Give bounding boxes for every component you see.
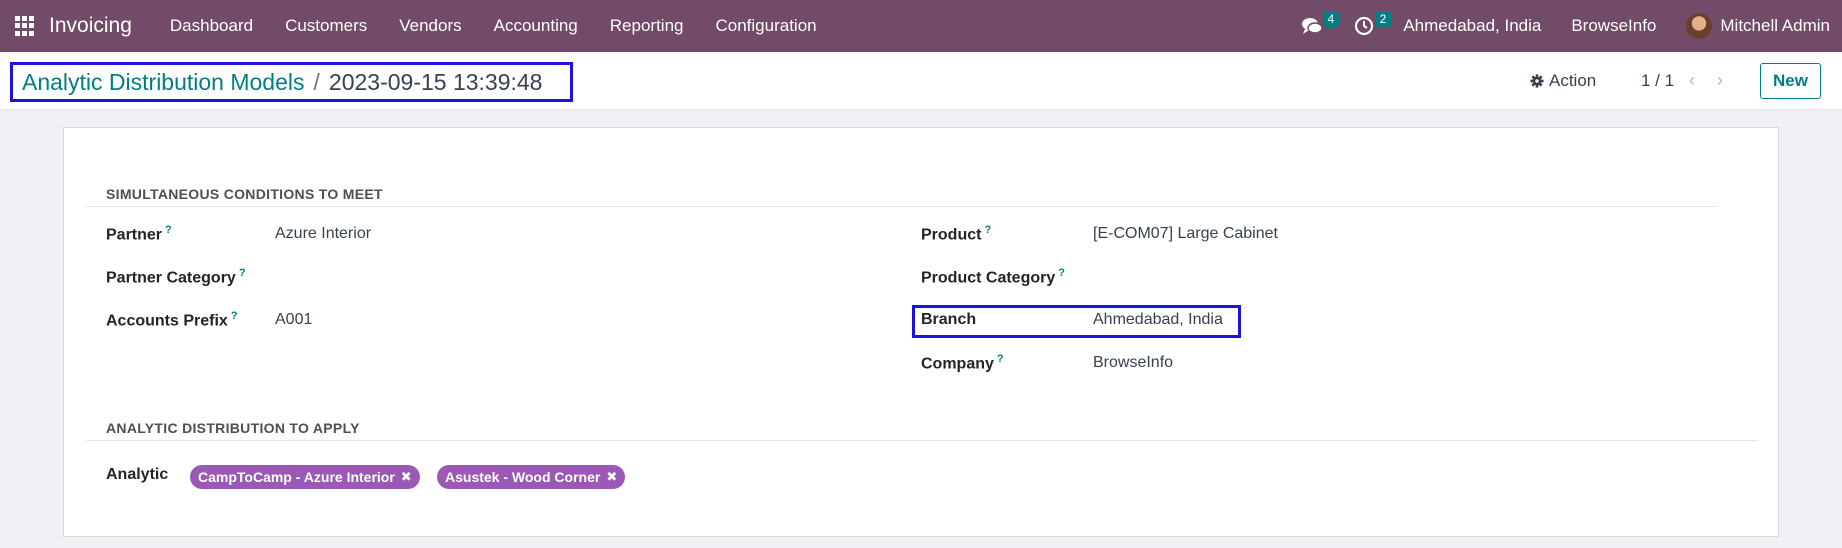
activities-count-badge: 2 [1374, 11, 1392, 27]
pager-value[interactable]: 1 / 1 [1641, 71, 1674, 91]
section-distribution-title: ANALYTIC DISTRIBUTION TO APPLY [106, 420, 360, 436]
breadcrumb-separator: / [313, 68, 320, 95]
product-category-help-icon[interactable]: ? [1058, 267, 1065, 279]
pager-next-icon[interactable]: › [1717, 70, 1723, 91]
accounts-prefix-help-icon[interactable]: ? [231, 310, 238, 322]
product-category-field[interactable] [1093, 267, 1493, 287]
user-menu[interactable]: Mitchell Admin [1720, 16, 1830, 36]
new-button[interactable]: New [1760, 63, 1821, 99]
product-category-label: Product Category? [921, 267, 1065, 287]
gear-icon [1530, 74, 1544, 88]
apps-grid-icon[interactable] [15, 16, 35, 36]
breadcrumb-current: 2023-09-15 13:39:48 [328, 68, 543, 95]
menu-vendors[interactable]: Vendors [383, 16, 477, 36]
partner-label: Partner? [106, 224, 172, 244]
menu-dashboard[interactable]: Dashboard [154, 16, 269, 36]
top-navbar: Invoicing Dashboard Customers Vendors Ac… [0, 0, 1842, 52]
analytic-tag[interactable]: Asustek - Wood Corner ✖ [437, 465, 626, 489]
product-help-icon[interactable]: ? [984, 224, 991, 236]
branch-switcher[interactable]: Ahmedabad, India [1403, 16, 1541, 36]
menu-customers[interactable]: Customers [269, 16, 383, 36]
menu-accounting[interactable]: Accounting [478, 16, 594, 36]
company-switcher[interactable]: BrowseInfo [1571, 16, 1656, 36]
breadcrumb-parent-link[interactable]: Analytic Distribution Models [22, 69, 305, 96]
analytic-tag-label: Asustek - Wood Corner [445, 469, 601, 485]
remove-tag-icon[interactable]: ✖ [401, 469, 412, 485]
section-conditions-title: SIMULTANEOUS CONDITIONS TO MEET [106, 186, 383, 202]
messages-button[interactable]: 4 [1299, 11, 1340, 39]
action-label: Action [1549, 71, 1597, 90]
partner-category-help-icon[interactable]: ? [239, 267, 246, 279]
form-sheet: SIMULTANEOUS CONDITIONS TO MEET Partner?… [63, 127, 1779, 537]
accounts-prefix-label: Accounts Prefix? [106, 310, 238, 330]
accounts-prefix-field[interactable]: A001 [275, 311, 312, 329]
control-panel: Analytic Distribution Models / 2023-09-1… [0, 52, 1842, 110]
menu-configuration[interactable]: Configuration [699, 16, 832, 36]
company-field[interactable]: BrowseInfo [1093, 354, 1173, 372]
chat-icon [1302, 18, 1324, 34]
pager-previous-icon[interactable]: ‹ [1689, 70, 1695, 91]
analytic-tag[interactable]: CampToCamp - Azure Interior ✖ [190, 465, 420, 489]
messages-count-badge: 4 [1322, 11, 1340, 27]
clock-icon [1355, 16, 1374, 36]
user-avatar[interactable] [1686, 13, 1713, 39]
branch-field[interactable]: Ahmedabad, India [1093, 311, 1223, 329]
analytic-label: Analytic [106, 466, 169, 483]
breadcrumb: Analytic Distribution Models / 2023-09-1… [10, 62, 573, 102]
partner-field[interactable]: Azure Interior [275, 225, 371, 243]
partner-help-icon[interactable]: ? [165, 224, 172, 236]
branch-label: Branch [921, 311, 977, 328]
company-label: Company? [921, 353, 1004, 373]
activities-button[interactable]: 2 [1351, 11, 1392, 39]
product-field[interactable]: [E-COM07] Large Cabinet [1093, 225, 1278, 243]
section-divider [86, 440, 1758, 441]
company-help-icon[interactable]: ? [997, 353, 1004, 365]
analytic-tag-label: CampToCamp - Azure Interior [198, 469, 395, 485]
product-label: Product? [921, 224, 992, 244]
menu-reporting[interactable]: Reporting [594, 16, 700, 36]
app-name[interactable]: Invoicing [49, 14, 132, 38]
partner-category-label: Partner Category? [106, 267, 246, 287]
action-button[interactable]: Action [1530, 71, 1596, 91]
section-divider [86, 206, 1716, 207]
remove-tag-icon[interactable]: ✖ [606, 469, 617, 485]
partner-category-field[interactable] [275, 267, 675, 287]
